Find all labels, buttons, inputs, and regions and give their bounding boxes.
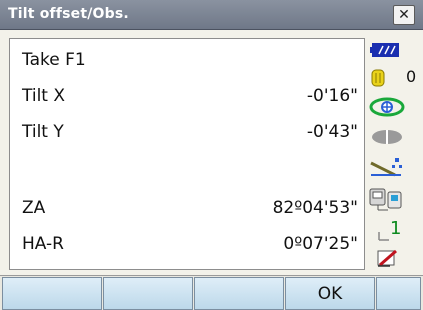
ok-button[interactable]: OK (285, 277, 375, 310)
row-value: 0º07'25" (283, 234, 358, 254)
row-value: -0'16" (306, 86, 358, 106)
window-title: Tilt offset/Obs. (8, 6, 129, 22)
softkey-f3[interactable] (194, 277, 284, 310)
row-value: 82º04'53" (272, 198, 358, 218)
row-label: ZA (22, 198, 46, 218)
row-label: Tilt Y (22, 122, 64, 142)
row-za: ZA 82º04'53" (10, 191, 366, 225)
row-label: Tilt X (22, 86, 66, 106)
row-tilt-y: Tilt Y -0'43" (10, 115, 366, 149)
input-mode-value: 1 (390, 218, 402, 239)
communication-icon (369, 188, 402, 211)
row-ha-r: HA-R 0º07'25" (10, 227, 366, 261)
row-tilt-x: Tilt X -0'16" (10, 79, 366, 113)
row-take-f1: Take F1 (10, 43, 366, 77)
softkey-f1[interactable] (2, 277, 102, 310)
close-button[interactable]: ✕ (393, 5, 415, 25)
tilt-compensation-icon (370, 158, 402, 177)
close-icon: ✕ (398, 7, 410, 23)
status-icon-bar: 0 1 (366, 38, 423, 270)
softkey-f2[interactable] (103, 277, 193, 310)
battery-icon (370, 43, 399, 57)
softkey-bar: OK (0, 275, 423, 310)
row-value: -0'43" (306, 122, 358, 142)
prism-icon (372, 130, 402, 144)
row-empty (10, 151, 366, 185)
observation-panel: Take F1 Tilt X -0'16" Tilt Y -0'43" ZA 8… (9, 38, 365, 270)
target-constant-value: 0 (406, 67, 417, 86)
laser-plummet-icon (369, 97, 405, 117)
row-label: HA-R (22, 234, 64, 254)
target-constant-icon (371, 69, 385, 87)
row-label: Take F1 (22, 50, 86, 70)
pen-icon[interactable] (376, 248, 400, 268)
softkey-f5[interactable] (376, 277, 421, 310)
title-bar: Tilt offset/Obs. ✕ (0, 0, 423, 30)
